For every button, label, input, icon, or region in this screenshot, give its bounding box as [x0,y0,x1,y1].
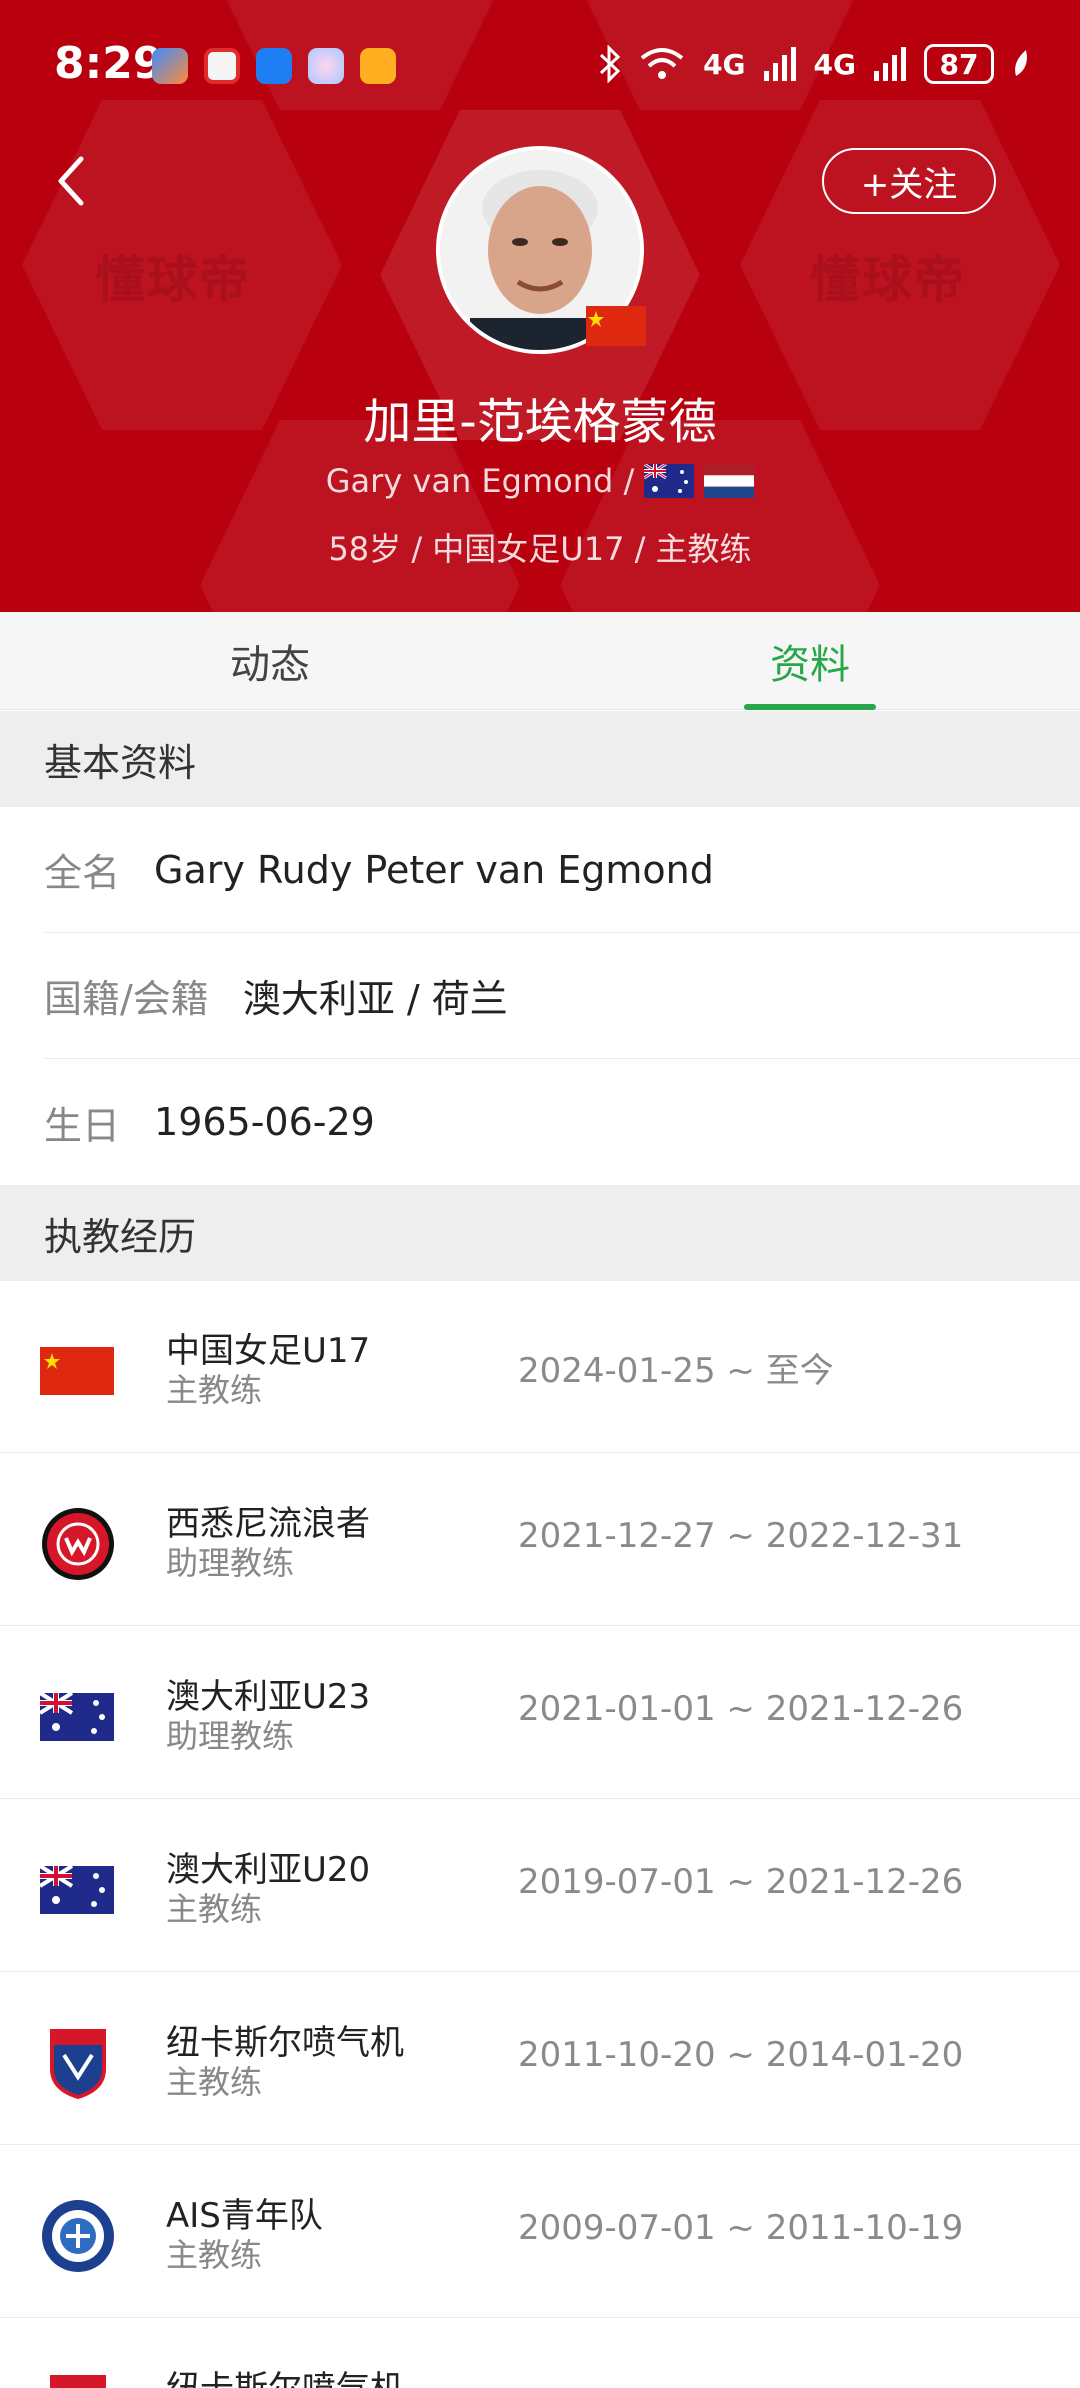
jets-badge-icon [50,2375,106,2388]
watermark-logo: 懂球帝 [95,251,251,309]
bluetooth-icon [600,45,621,83]
toutiao-notification-icon [204,48,240,84]
info-row-birthday: 生日 1965-06-29 [44,1059,1080,1185]
career-dates: 2021-01-01 ~ 2021-12-26 [518,1689,964,1729]
australia-flag-icon [40,1691,114,1741]
signal-bars-icon [874,47,906,81]
info-label: 国籍/会籍 [44,977,209,1021]
wifi-icon [640,48,684,79]
career-dates: 2009-07-01 ~ 2011-10-19 [518,2208,964,2248]
career-item[interactable]: 中国女足U17 主教练 2024-01-25 ~ 至今 [0,1281,1080,1453]
career-item[interactable]: AIS青年队 主教练 2009-07-01 ~ 2011-10-19 [0,2146,1080,2318]
weather-notification-icon [256,48,292,84]
coach-name-english: Gary van Egmond / [325,462,635,500]
status-bar: 8:29 4G 4G 87 [0,0,1080,130]
ais-badge-icon [42,2200,114,2272]
info-label: 生日 [44,1103,121,1148]
status-time: 8:29 [54,38,164,89]
career-role: 主教练 [166,2236,263,2274]
career-dates: 2011-10-20 ~ 2014-01-20 [518,2035,964,2075]
profile-tabs: 动态 资料 [0,612,1080,710]
coach-meta-info: 58岁 / 中国女足U17 / 主教练 [328,530,752,568]
career-item[interactable]: 西悉尼流浪者 助理教练 2021-12-27 ~ 2022-12-31 [0,1454,1080,1626]
career-role: 助理教练 [166,1544,295,1582]
info-value: 澳大利亚 / 荷兰 [242,977,508,1021]
app-notification-icon [152,48,188,84]
netherlands-flag-icon [704,464,755,498]
jets-badge-icon [50,2029,106,2100]
signal-4g-label: 4G [703,47,746,81]
career-item[interactable]: 纽卡斯尔喷气机 主教练 2011-10-20 ~ 2014-01-20 [0,1973,1080,2145]
gallery-notification-icon [308,48,344,84]
career-role: 主教练 [166,1371,263,1409]
info-value: 1965-06-29 [154,1100,375,1144]
australia-flag-icon [40,1864,114,1914]
career-item[interactable]: 澳大利亚U20 主教练 2019-07-01 ~ 2021-12-26 [0,1800,1080,1972]
career-team: 纽卡斯尔喷气机 [166,2361,404,2388]
career-item[interactable]: 澳大利亚U23 助理教练 2021-01-01 ~ 2021-12-26 [0,1627,1080,1799]
career-role: 主教练 [166,2063,263,2101]
info-value: Gary Rudy Peter van Egmond [154,847,714,892]
player-header: 懂球帝 懂球帝 8:29 4G 4G 87 +关注 加里-范埃格蒙德 Gary … [0,0,1080,612]
australia-flag-icon [644,464,695,498]
leaf-icon [1015,50,1027,76]
chevron-left-icon [58,156,84,206]
game-notification-icon [360,48,396,84]
notification-icons [152,48,396,84]
career-item[interactable]: 纽卡斯尔喷气机 [0,2319,1080,2388]
info-row-full-name: 全名 Gary Rudy Peter van Egmond [44,807,1080,933]
coach-name-chinese: 加里-范埃格蒙德 [363,394,717,450]
career-dates: 2019-07-01 ~ 2021-12-26 [518,1862,964,1902]
tab-profile[interactable]: 资料 [540,612,1080,710]
coach-name-english-row: Gary van Egmond / [0,462,1080,500]
info-row-nationality: 国籍/会籍 澳大利亚 / 荷兰 [44,933,1080,1059]
career-dates: 2021-12-27 ~ 2022-12-31 [518,1516,964,1556]
nation-flag-icon [586,306,646,346]
career-role: 主教练 [166,1890,263,1928]
tab-activity[interactable]: 动态 [0,612,540,710]
section-title-basic-info: 基本资料 [0,711,1080,807]
follow-button[interactable]: +关注 [822,148,996,214]
back-button[interactable] [46,146,96,216]
career-dates: 2024-01-25 ~ 至今 [518,1351,834,1391]
battery-indicator: 87 [924,44,994,84]
watermark-logo: 懂球帝 [810,251,966,309]
signal-4g-label: 4G [813,47,856,81]
section-title-coaching-career: 执教经历 [0,1185,1080,1281]
system-indicators: 4G 4G 87 [599,44,1030,84]
china-flag-icon [40,1347,114,1395]
wanderers-badge-icon [42,1508,114,1580]
info-label: 全名 [44,851,121,895]
career-role: 助理教练 [166,1717,295,1755]
signal-bars-icon [763,47,796,81]
